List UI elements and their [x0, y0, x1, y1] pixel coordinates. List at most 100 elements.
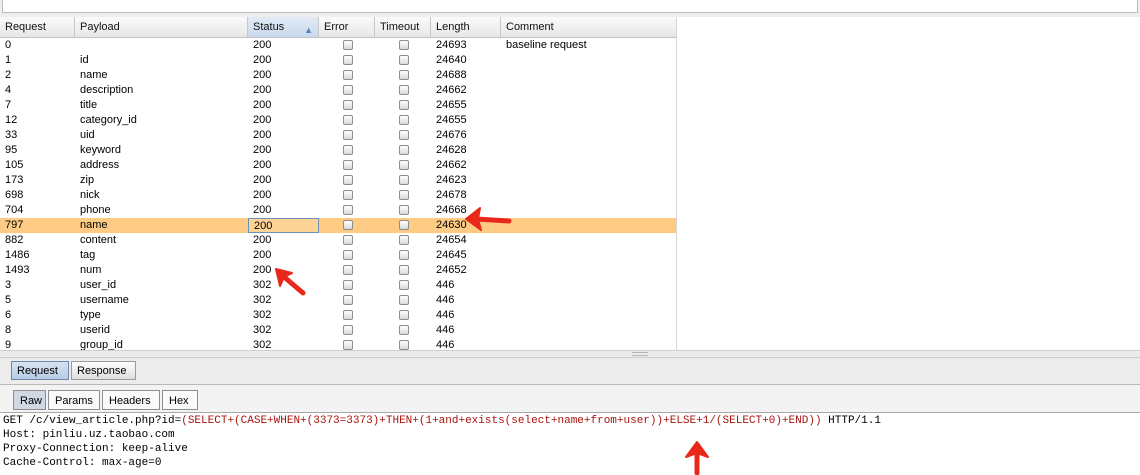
error-checkbox[interactable] [343, 295, 353, 305]
error-checkbox[interactable] [343, 40, 353, 50]
raw-request-editor[interactable]: GET /c/view_article.php?id=(SELECT+(CASE… [0, 413, 1140, 475]
timeout-checkbox[interactable] [399, 280, 409, 290]
error-checkbox[interactable] [343, 115, 353, 125]
red-arrow-raw-request-icon [685, 441, 709, 475]
column-header-request[interactable]: Request [0, 17, 75, 37]
error-checkbox[interactable] [343, 130, 353, 140]
error-checkbox[interactable] [343, 175, 353, 185]
table-row[interactable]: 0 200 24693 baseline request [0, 38, 676, 53]
cell-error [319, 338, 375, 350]
top-text-field[interactable] [2, 0, 1138, 13]
timeout-checkbox[interactable] [399, 175, 409, 185]
divider-grip-icon[interactable] [632, 352, 648, 356]
cell-comment [501, 98, 676, 113]
timeout-checkbox[interactable] [399, 205, 409, 215]
timeout-checkbox[interactable] [399, 115, 409, 125]
tab-raw[interactable]: Raw [13, 390, 46, 410]
timeout-checkbox[interactable] [399, 250, 409, 260]
cell-comment [501, 338, 676, 350]
timeout-checkbox[interactable] [399, 340, 409, 350]
table-row[interactable]: 1486 tag 200 24645 [0, 248, 676, 263]
table-row[interactable]: 1 id 200 24640 [0, 53, 676, 68]
error-checkbox[interactable] [343, 325, 353, 335]
error-checkbox[interactable] [343, 250, 353, 260]
table-row[interactable]: 704 phone 200 24668 [0, 203, 676, 218]
timeout-checkbox[interactable] [399, 130, 409, 140]
tab-response[interactable]: Response [71, 361, 136, 380]
timeout-checkbox[interactable] [399, 325, 409, 335]
timeout-checkbox[interactable] [399, 145, 409, 155]
column-header-length[interactable]: Length [431, 17, 501, 37]
table-row[interactable]: 95 keyword 200 24628 [0, 143, 676, 158]
error-checkbox[interactable] [343, 85, 353, 95]
cell-request: 2 [5, 69, 12, 81]
error-checkbox[interactable] [343, 340, 353, 350]
cell-comment [501, 218, 676, 233]
cell-request: 9 [5, 339, 12, 350]
column-header-error[interactable]: Error [319, 17, 375, 37]
cell-payload: num [80, 264, 102, 276]
tab-params[interactable]: Params [48, 390, 100, 410]
error-checkbox[interactable] [343, 190, 353, 200]
table-row[interactable]: 6 type 302 446 [0, 308, 676, 323]
table-row[interactable]: 33 uid 200 24676 [0, 128, 676, 143]
table-row[interactable]: 797 name 200 24630 [0, 218, 676, 233]
timeout-checkbox[interactable] [399, 40, 409, 50]
tab-hex[interactable]: Hex [162, 390, 198, 410]
split-pane-divider[interactable] [0, 350, 1140, 358]
cell-payload: group_id [80, 339, 123, 350]
timeout-checkbox[interactable] [399, 295, 409, 305]
timeout-checkbox[interactable] [399, 265, 409, 275]
error-checkbox[interactable] [343, 55, 353, 65]
cell-comment: baseline request [506, 39, 587, 51]
table-row[interactable]: 882 content 200 24654 [0, 233, 676, 248]
timeout-checkbox[interactable] [399, 100, 409, 110]
column-header-timeout[interactable]: Timeout [375, 17, 431, 37]
column-header-comment[interactable]: Comment [501, 17, 676, 37]
table-row[interactable]: 698 nick 200 24678 [0, 188, 676, 203]
timeout-checkbox[interactable] [399, 70, 409, 80]
timeout-checkbox[interactable] [399, 190, 409, 200]
cell-status: 200 [248, 218, 319, 233]
table-row[interactable]: 12 category_id 200 24655 [0, 113, 676, 128]
error-checkbox[interactable] [343, 220, 353, 230]
error-checkbox[interactable] [343, 145, 353, 155]
table-row[interactable]: 173 zip 200 24623 [0, 173, 676, 188]
tab-headers[interactable]: Headers [102, 390, 160, 410]
table-row[interactable]: 1493 num 200 24652 [0, 263, 676, 278]
table-row[interactable]: 5 username 302 446 [0, 293, 676, 308]
error-checkbox[interactable] [343, 70, 353, 80]
request-line: GET /c/view_article.php?id=(SELECT+(CASE… [3, 414, 881, 428]
timeout-checkbox[interactable] [399, 220, 409, 230]
timeout-checkbox[interactable] [399, 160, 409, 170]
cell-payload: address [80, 159, 120, 171]
timeout-checkbox[interactable] [399, 310, 409, 320]
table-row[interactable]: 9 group_id 302 446 [0, 338, 676, 350]
error-checkbox[interactable] [343, 265, 353, 275]
timeout-checkbox[interactable] [399, 235, 409, 245]
cell-length: 24688 [436, 69, 467, 81]
timeout-checkbox[interactable] [399, 85, 409, 95]
cell-length: 24693 [436, 39, 467, 51]
cell-timeout [375, 308, 431, 323]
tab-request[interactable]: Request [11, 361, 69, 380]
column-header-payload[interactable]: Payload [75, 17, 248, 37]
table-row[interactable]: 7 title 200 24655 [0, 98, 676, 113]
table-row[interactable]: 105 address 200 24662 [0, 158, 676, 173]
error-checkbox[interactable] [343, 280, 353, 290]
table-row[interactable]: 4 description 200 24662 [0, 83, 676, 98]
table-row[interactable]: 2 name 200 24688 [0, 68, 676, 83]
cell-error [319, 188, 375, 203]
error-checkbox[interactable] [343, 310, 353, 320]
request-line-prefix: GET /c/view_article.php?id= [3, 415, 182, 427]
error-checkbox[interactable] [343, 235, 353, 245]
request-response-tabbar: Request Response [0, 358, 1140, 385]
timeout-checkbox[interactable] [399, 55, 409, 65]
error-checkbox[interactable] [343, 205, 353, 215]
table-row[interactable]: 3 user_id 302 446 [0, 278, 676, 293]
table-row[interactable]: 8 userid 302 446 [0, 323, 676, 338]
error-checkbox[interactable] [343, 160, 353, 170]
column-header-status[interactable]: Status ▲ [248, 17, 319, 37]
cell-request: 698 [5, 189, 24, 201]
error-checkbox[interactable] [343, 100, 353, 110]
